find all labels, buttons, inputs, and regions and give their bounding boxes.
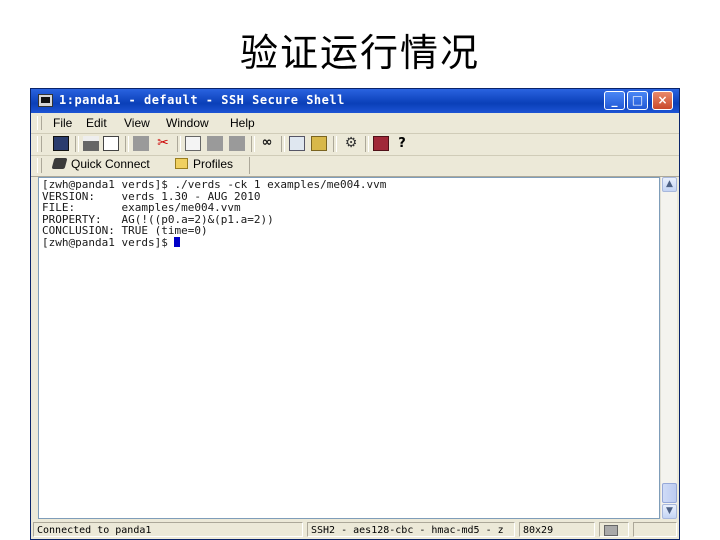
- toolbar-separator: [251, 136, 255, 152]
- status-lock: [599, 522, 629, 537]
- quick-connect-icon: [51, 158, 68, 169]
- scroll-down-arrow-icon[interactable]: ▼: [662, 504, 677, 519]
- scroll-thumb[interactable]: [662, 483, 677, 503]
- status-cipher: SSH2 - aes128-cbc - hmac-md5 - z: [307, 522, 515, 537]
- menu-view[interactable]: View: [124, 116, 150, 130]
- terminal-line: [zwh@panda1 verds]$ ./verds -ck 1 exampl…: [42, 178, 387, 191]
- toolbar-separator: [281, 136, 285, 152]
- minimize-button[interactable]: _: [604, 91, 625, 110]
- terminal-output: [zwh@panda1 verds]$ ./verds -ck 1 exampl…: [42, 179, 386, 249]
- copy-icon[interactable]: [185, 136, 201, 151]
- quick-connect-label: Quick Connect: [71, 157, 150, 171]
- menu-grip[interactable]: [37, 116, 42, 130]
- window-title: 1:panda1 - default - SSH Secure Shell: [59, 93, 345, 107]
- folder-icon: [175, 158, 188, 169]
- lock-icon: [604, 525, 618, 536]
- toolbar-separator: [125, 136, 129, 152]
- new-file-transfer-icon[interactable]: [311, 136, 327, 151]
- paste-gray-icon[interactable]: [229, 136, 245, 151]
- status-bar: Connected to panda1 SSH2 - aes128-cbc - …: [31, 521, 679, 539]
- toolbar-separator: [333, 136, 337, 152]
- menu-window[interactable]: Window: [166, 116, 209, 130]
- terminal-cursor: [174, 236, 181, 247]
- close-button[interactable]: ×: [652, 91, 673, 110]
- status-connection: Connected to panda1: [33, 522, 303, 537]
- menu-bar: File Edit View Window Help: [31, 113, 679, 134]
- profiles-label: Profiles: [193, 157, 234, 171]
- terminal-area[interactable]: [zwh@panda1 verds]$ ./verds -ck 1 exampl…: [38, 177, 660, 519]
- window-titlebar[interactable]: 1:panda1 - default - SSH Secure Shell _ …: [31, 89, 679, 113]
- toolbar: ✂ ∞ ⚙ ?: [31, 133, 679, 156]
- profile-bar-edge: [249, 157, 250, 174]
- status-terminal-size: 80x29: [519, 522, 595, 537]
- settings-icon[interactable]: ⚙: [343, 136, 359, 151]
- print-preview-icon[interactable]: [103, 136, 119, 151]
- menu-help[interactable]: Help: [230, 116, 255, 130]
- ssh-window: 1:panda1 - default - SSH Secure Shell _ …: [30, 88, 680, 540]
- print-icon[interactable]: [83, 136, 99, 151]
- profile-bar: Quick Connect Profiles: [31, 155, 679, 177]
- slide-title: 验证运行情况: [239, 31, 480, 75]
- maximize-button[interactable]: □: [627, 91, 648, 110]
- help-book-icon[interactable]: [373, 136, 389, 151]
- new-terminal-icon[interactable]: [289, 136, 305, 151]
- profiles-button[interactable]: Profiles: [175, 157, 233, 174]
- menu-file[interactable]: File: [53, 116, 72, 130]
- profile-bar-grip[interactable]: [37, 158, 42, 173]
- paste-icon[interactable]: [207, 136, 223, 151]
- scroll-up-arrow-icon[interactable]: ▲: [662, 177, 677, 192]
- terminal-prompt-line: [zwh@panda1 verds]$: [42, 237, 386, 249]
- status-extra: [633, 522, 677, 537]
- toolbar-grip[interactable]: [37, 136, 42, 152]
- context-help-icon[interactable]: ?: [394, 136, 410, 151]
- disk-icon[interactable]: [133, 136, 149, 151]
- toolbar-separator: [177, 136, 181, 152]
- vertical-scrollbar[interactable]: ▲ ▼: [660, 177, 677, 519]
- terminal-prompt: [zwh@panda1 verds]$: [42, 235, 175, 249]
- toolbar-separator: [75, 136, 79, 152]
- menu-edit[interactable]: Edit: [86, 116, 107, 130]
- cut-icon[interactable]: ✂: [155, 136, 171, 151]
- save-icon[interactable]: [53, 136, 69, 151]
- quick-connect-button[interactable]: Quick Connect: [51, 157, 150, 174]
- terminal-app-icon: [38, 94, 53, 107]
- toolbar-separator: [365, 136, 369, 152]
- find-icon[interactable]: ∞: [259, 136, 275, 151]
